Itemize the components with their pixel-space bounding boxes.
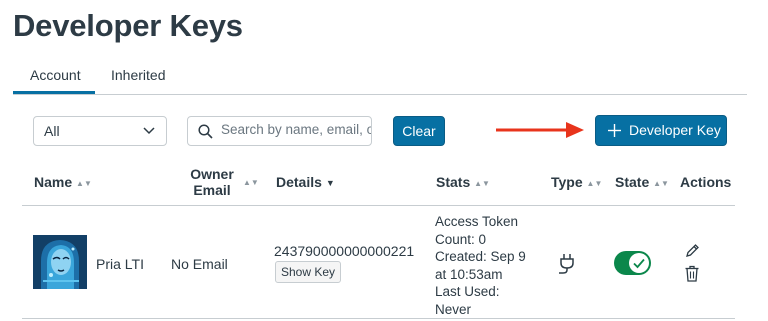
- owner-email: No Email: [171, 256, 228, 272]
- sort-icon: ▲▼: [76, 179, 92, 188]
- column-header-name[interactable]: Name ▲▼: [34, 174, 92, 190]
- sort-icon: ▲▼: [653, 179, 669, 188]
- page-title: Developer Keys: [13, 8, 243, 43]
- column-header-email-label: Email: [193, 182, 231, 198]
- toggle-knob: [629, 253, 649, 273]
- state-toggle[interactable]: [614, 251, 651, 275]
- search-input[interactable]: [221, 122, 371, 137]
- stats-line: Never: [435, 301, 472, 317]
- tab-account[interactable]: Account: [30, 67, 81, 83]
- tab-inherited[interactable]: Inherited: [111, 67, 165, 83]
- type-filter-select[interactable]: All: [33, 116, 167, 146]
- search-box[interactable]: [187, 116, 372, 146]
- active-tab-indicator: [13, 91, 95, 94]
- app-avatar: [33, 235, 87, 289]
- key-id: 243790000000000221: [274, 243, 415, 259]
- column-header-details[interactable]: Details ▼: [276, 174, 335, 190]
- stats-line: Count: 0: [435, 231, 487, 247]
- add-developer-key-button[interactable]: Developer Key: [595, 115, 727, 146]
- edit-icon[interactable]: [684, 243, 700, 259]
- stats-line: at 10:53am: [435, 266, 503, 282]
- type-filter-value: All: [44, 123, 60, 139]
- table-header-divider: [22, 205, 735, 206]
- column-header-state[interactable]: State ▲▼: [615, 174, 669, 190]
- chevron-down-icon: [143, 127, 155, 135]
- trash-icon[interactable]: [684, 265, 700, 282]
- clear-button[interactable]: Clear: [393, 116, 445, 146]
- column-header-actions: Actions: [680, 174, 732, 190]
- arrow-right-icon: [496, 122, 584, 138]
- column-header-owner-email[interactable]: Owner Email: [182, 166, 242, 198]
- tab-bar: Account Inherited: [13, 62, 747, 95]
- show-key-button[interactable]: Show Key: [275, 261, 341, 283]
- column-header-stats-label: Stats: [436, 174, 471, 190]
- checkmark-icon: [633, 258, 645, 269]
- stats-line: Access Token: [435, 214, 519, 229]
- column-header-stats[interactable]: Stats ▲▼: [436, 174, 490, 190]
- sort-icon: ▲▼: [243, 178, 259, 187]
- plug-icon: [559, 254, 574, 274]
- column-header-name-label: Name: [34, 174, 73, 190]
- column-header-type-label: Type: [551, 174, 583, 190]
- stats-line: Last Used:: [435, 284, 500, 299]
- plus-icon: [608, 124, 621, 137]
- sort-icon: ▲▼: [586, 179, 603, 188]
- table-row-divider: [22, 318, 735, 319]
- stats-line: Created: Sep 9: [435, 249, 526, 264]
- key-stats: Access Token Count: 0 Created: Sep 9 at …: [435, 213, 526, 318]
- add-developer-key-label: Developer Key: [629, 122, 721, 138]
- column-header-state-label: State: [615, 174, 650, 190]
- search-icon: [198, 124, 213, 139]
- column-header-owner-label: Owner: [190, 166, 234, 182]
- column-header-details-label: Details: [276, 174, 322, 190]
- sort-icon: ▲▼: [474, 179, 490, 188]
- key-name: Pria LTI: [96, 256, 144, 272]
- sort-descending-icon: ▼: [325, 178, 335, 188]
- column-header-type[interactable]: Type ▲▼: [551, 174, 602, 190]
